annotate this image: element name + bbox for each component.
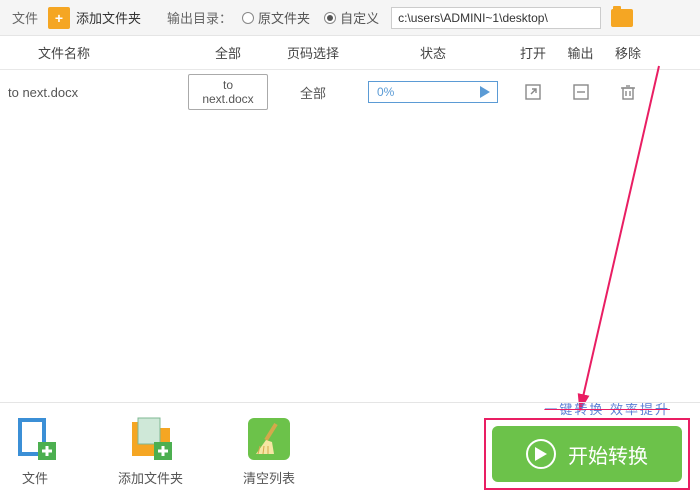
- open-button[interactable]: [508, 83, 558, 101]
- start-label: 开始转换: [568, 440, 648, 469]
- table-header: 文件名称 全部 页码选择 状态 打开 输出 移除: [0, 36, 700, 70]
- folder-add-icon: [128, 416, 174, 462]
- start-convert-button[interactable]: 开始转换: [492, 426, 682, 482]
- radio-custom-label: 自定义: [340, 8, 379, 27]
- col-open: 打开: [508, 43, 558, 62]
- radio-icon: [324, 12, 336, 24]
- output-dir-label: 输出目录：: [167, 8, 232, 27]
- radio-custom-folder[interactable]: 自定义: [324, 8, 379, 27]
- play-icon[interactable]: [473, 82, 497, 102]
- col-remove: 移除: [603, 43, 653, 62]
- file-menu-label[interactable]: 文件: [8, 8, 42, 27]
- top-toolbar: 文件 + 添加文件夹 输出目录： 原文件夹 自定义: [0, 0, 700, 36]
- col-output: 输出: [558, 43, 603, 62]
- progress-percent: 0%: [369, 85, 473, 99]
- output-path-input[interactable]: [391, 7, 601, 29]
- col-all: 全部: [188, 43, 268, 62]
- table-row: to next.docx to next.docx 全部 0%: [0, 70, 700, 114]
- add-file-label: 文件: [22, 468, 48, 487]
- play-circle-icon: [526, 439, 556, 469]
- remove-button[interactable]: [603, 83, 653, 101]
- radio-original-folder[interactable]: 原文件夹: [242, 8, 310, 27]
- add-file-button[interactable]: 文件: [12, 416, 58, 487]
- add-folder-icon[interactable]: +: [48, 7, 70, 29]
- radio-icon: [242, 12, 254, 24]
- format-badge[interactable]: to next.docx: [188, 74, 268, 110]
- filename-cell: to next.docx: [8, 85, 188, 100]
- output-dir-radio-group: 原文件夹 自定义: [242, 8, 379, 27]
- file-list: to next.docx to next.docx 全部 0%: [0, 70, 700, 390]
- file-add-icon: [12, 416, 58, 462]
- add-folder-label[interactable]: 添加文件夹: [76, 8, 141, 27]
- add-folder-label-bottom: 添加文件夹: [118, 468, 183, 487]
- col-status: 状态: [358, 43, 508, 62]
- add-folder-button[interactable]: 添加文件夹: [118, 416, 183, 487]
- output-button[interactable]: [558, 83, 603, 101]
- clear-list-label: 清空列表: [243, 468, 295, 487]
- status-cell: 0%: [358, 81, 508, 103]
- browse-folder-icon[interactable]: [611, 9, 633, 27]
- col-filename: 文件名称: [8, 43, 188, 62]
- col-page: 页码选择: [268, 43, 358, 62]
- progress-bar[interactable]: 0%: [368, 81, 498, 103]
- broom-icon: [246, 416, 292, 462]
- clear-list-button[interactable]: 清空列表: [243, 416, 295, 487]
- page-select-cell[interactable]: 全部: [268, 83, 358, 102]
- start-button-highlight: 开始转换: [484, 418, 690, 490]
- radio-original-label: 原文件夹: [258, 8, 310, 27]
